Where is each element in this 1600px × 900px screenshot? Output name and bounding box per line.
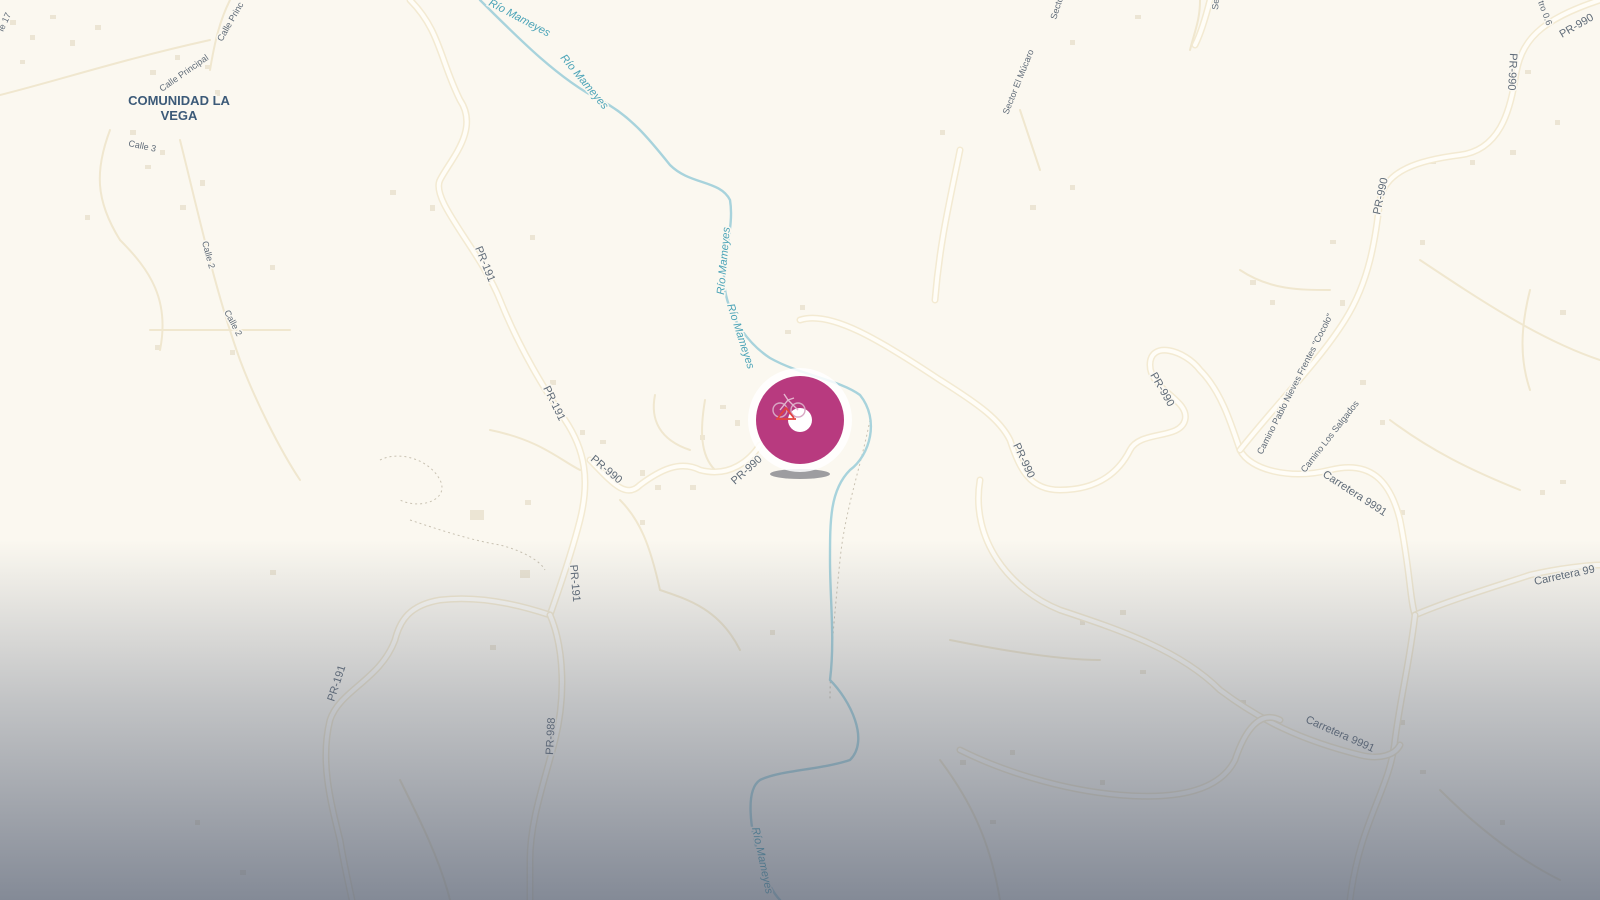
river-label-d: Río Mameyes xyxy=(724,302,757,371)
place-label-line-1: COMUNIDAD LA xyxy=(128,93,230,108)
road-label-sector: Secto xyxy=(1048,0,1065,21)
road-label-pr990: PR-990 xyxy=(588,453,624,486)
road-label-pablo-nieves: Camino Pablo Nieves Frentes "Cocolo" xyxy=(1255,312,1335,456)
place-label-comunidad-la-vega: COMUNIDAD LA VEGA xyxy=(127,92,232,125)
road-label-calle-2: Calle 2 xyxy=(200,240,217,270)
road-label-pr990: PR-990 xyxy=(1505,53,1519,91)
map-canvas[interactable]: Río Mameyes Río Mameyes Río Mameyes Río … xyxy=(0,0,1600,900)
road-label-sec: Sec xyxy=(1210,0,1221,10)
road-label-pr191: PR-191 xyxy=(540,384,567,423)
road-label-calle-3: Calle 3 xyxy=(128,138,157,154)
river-label-c: Río Mameyes xyxy=(715,226,733,295)
road-label-pr191: PR-191 xyxy=(472,245,497,284)
road-label-calle-principal: Calle Principal xyxy=(157,52,210,93)
river-labels: Río Mameyes Río Mameyes Río Mameyes Río … xyxy=(485,0,776,897)
river-label-a: Río Mameyes xyxy=(487,0,553,40)
road-label-pr191: PR-191 xyxy=(567,564,582,602)
road-label-los-salgados: Camino Los Salgados xyxy=(1299,398,1361,474)
road-label-pr990: PR-990 xyxy=(1147,371,1176,409)
road-label-sector-el-mucaro: Sector El Múcaro xyxy=(1001,48,1036,116)
road-label-pr990: PR-990 xyxy=(1371,177,1390,216)
road-label-calle-2: Calle 2 xyxy=(222,308,244,337)
river-label-e: Río Mameyes xyxy=(749,826,775,895)
place-label-line-2: VEGA xyxy=(161,108,198,123)
road-label-calle-principal: Calle Princ xyxy=(215,0,246,43)
road-label-pr988: PR-988 xyxy=(544,717,558,755)
river-label-b: Río Mameyes xyxy=(558,52,611,112)
map-view[interactable]: Río Mameyes Río Mameyes Río Mameyes Río … xyxy=(0,0,1600,900)
road-label-tro: tro 0.6 xyxy=(1536,0,1554,27)
